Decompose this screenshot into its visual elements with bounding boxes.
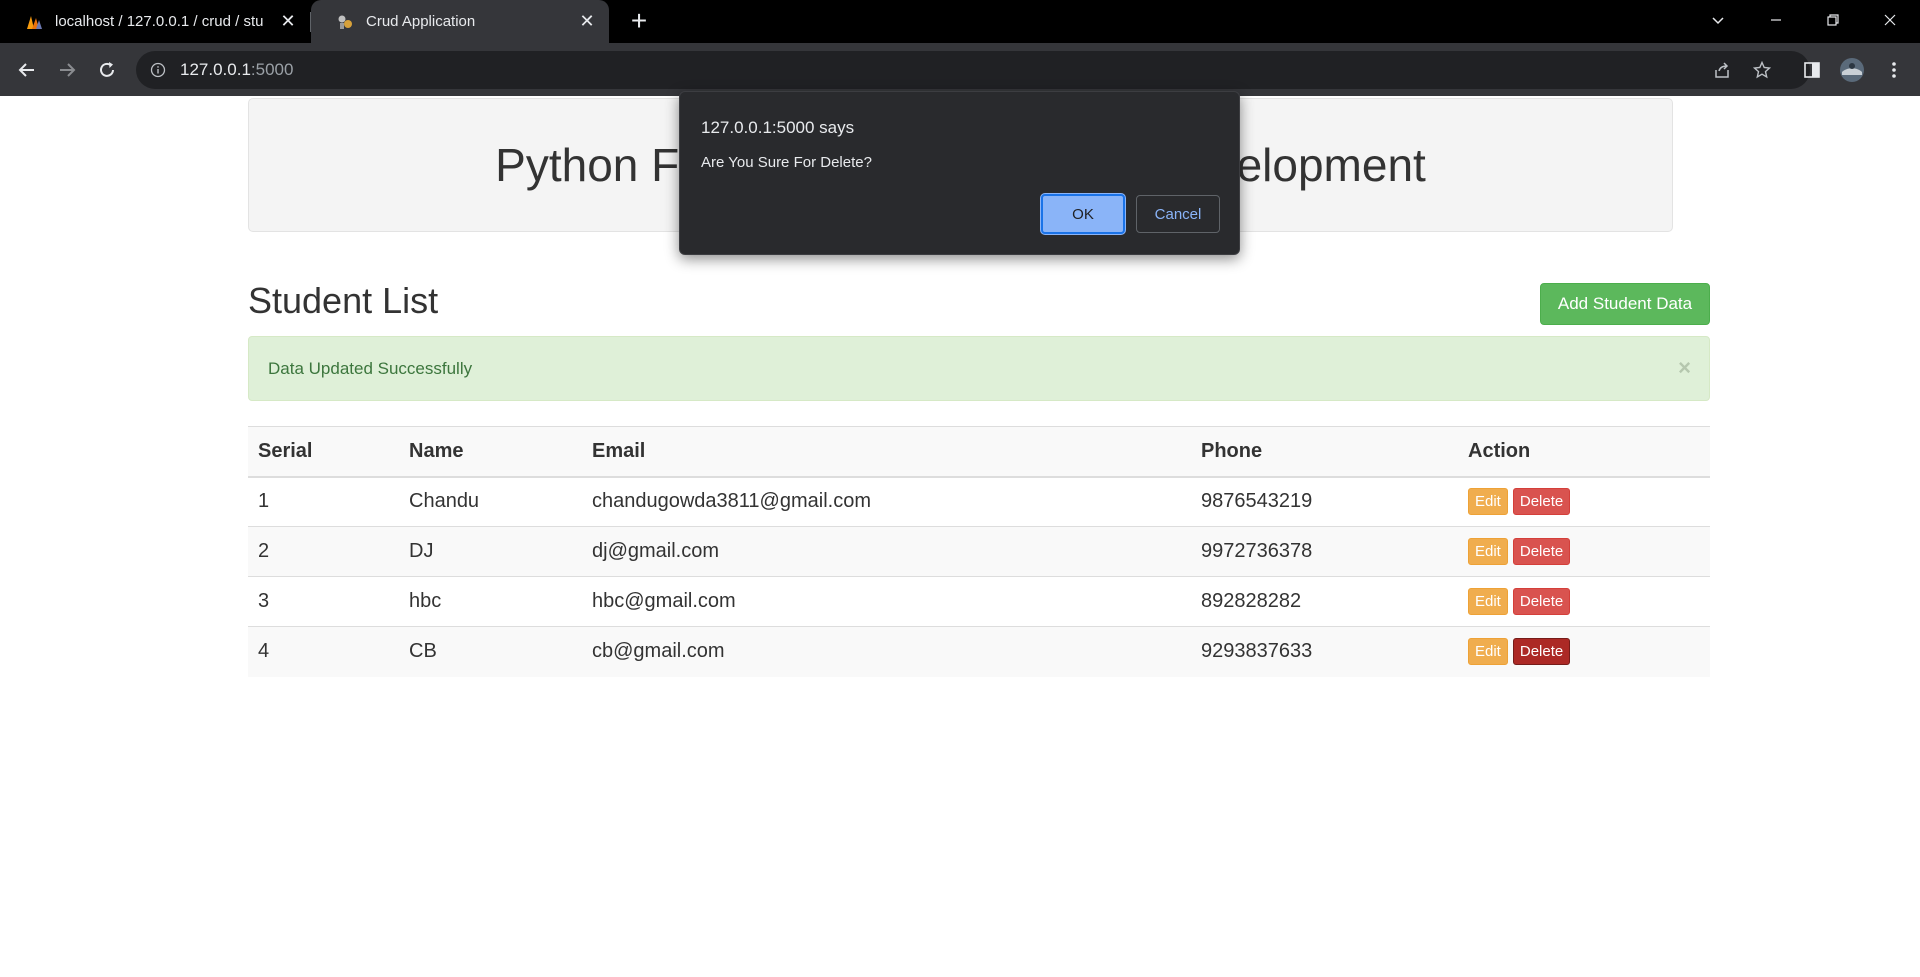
table-row: 1 Chandu chandugowda3811@gmail.com 98765… [248,476,1710,527]
cell-name: CB [399,626,582,677]
tab-close-icon[interactable]: ✕ [280,11,296,32]
cell-name: Chandu [399,476,582,527]
cell-phone: 9972736378 [1191,526,1458,577]
col-name: Name [399,426,582,478]
tab-strip: localhost / 127.0.0.1 / crud / stu ✕ Cru… [0,0,1920,43]
cell-email: cb@gmail.com [582,626,1191,677]
site-info-icon[interactable] [150,62,166,78]
cell-email: chandugowda3811@gmail.com [582,476,1191,527]
col-phone: Phone [1191,426,1458,478]
side-panel-icon[interactable] [1796,51,1828,89]
cell-action: Edit Delete [1458,476,1710,527]
crud-favicon-icon [338,15,352,29]
edit-button[interactable]: Edit [1468,588,1508,615]
tab-title: localhost / 127.0.0.1 / crud / stu [55,13,264,30]
alert-close-icon[interactable]: × [1678,355,1691,381]
cell-name: DJ [399,526,582,577]
edit-button[interactable]: Edit [1468,538,1508,565]
cell-name: hbc [399,576,582,627]
cell-action: Edit Delete [1458,626,1710,677]
tab-close-icon[interactable]: ✕ [579,11,595,32]
add-student-button[interactable]: Add Student Data [1540,283,1710,325]
url-port: :5000 [250,60,294,79]
restore-icon[interactable] [1805,0,1861,40]
alert-message: Data Updated Successfully [268,358,473,378]
url-text: 127.0.0.1:5000 [180,60,293,80]
cell-phone: 892828282 [1191,576,1458,627]
delete-button[interactable]: Delete [1512,588,1571,615]
new-tab-icon[interactable]: + [624,7,654,37]
col-action: Action [1458,426,1710,478]
student-list-heading: Student List [248,280,439,321]
cell-action: Edit Delete [1458,576,1710,627]
student-table: Serial Name Email Phone Action 1 Chandu … [248,426,1710,677]
cell-phone: 9293837633 [1191,626,1458,677]
tab-phpmyadmin[interactable]: localhost / 127.0.0.1 / crud / stu ✕ [0,0,310,43]
dialog-message: Are You Sure For Delete? [701,154,872,171]
url-host: 127.0.0.1 [180,60,251,79]
table-row: 3 hbc hbc@gmail.com 892828282 Edit Delete [248,576,1710,627]
cell-phone: 9876543219 [1191,476,1458,527]
share-icon[interactable] [1706,51,1738,89]
table-header-row: Serial Name Email Phone Action [248,426,1710,478]
delete-button[interactable]: Delete [1512,488,1571,516]
delete-button[interactable]: Delete [1512,638,1571,666]
cell-serial: 4 [248,626,399,677]
delete-button[interactable]: Delete [1512,538,1571,565]
address-bar[interactable]: 127.0.0.1:5000 [136,51,1810,89]
confirm-dialog: 127.0.0.1:5000 says Are You Sure For Del… [679,91,1240,255]
table-row: 2 DJ dj@gmail.com 9972736378 Edit Delete [248,526,1710,577]
forward-icon[interactable] [51,54,83,86]
col-email: Email [582,426,1191,478]
phpmyadmin-favicon-icon [27,15,42,29]
col-serial: Serial [248,426,399,478]
cell-action: Edit Delete [1458,526,1710,577]
reload-icon[interactable] [91,54,123,86]
tab-title: Crud Application [366,13,476,30]
cell-serial: 1 [248,476,399,527]
profile-avatar[interactable] [1836,51,1868,89]
cell-email: dj@gmail.com [582,526,1191,577]
table-row: 4 CB cb@gmail.com 9293837633 Edit Delete [248,626,1710,677]
tab-search-chevron-icon[interactable] [1690,0,1746,40]
edit-button[interactable]: Edit [1468,488,1508,516]
close-window-icon[interactable] [1862,0,1918,40]
browser-toolbar: 127.0.0.1:5000 [0,43,1920,96]
bookmark-star-icon[interactable] [1746,51,1778,89]
edit-button[interactable]: Edit [1468,638,1508,666]
cell-email: hbc@gmail.com [582,576,1191,627]
back-icon[interactable] [11,54,43,86]
menu-kebab-icon[interactable] [1878,51,1910,89]
tab-crud-application[interactable]: Crud Application ✕ [311,0,609,43]
cancel-button[interactable]: Cancel [1136,195,1220,233]
dialog-origin: 127.0.0.1:5000 says [701,118,855,137]
success-alert: Data Updated Successfully × [248,336,1710,401]
ok-button[interactable]: OK [1041,194,1125,234]
cell-serial: 3 [248,576,399,627]
cell-serial: 2 [248,526,399,577]
minimize-icon[interactable] [1748,0,1804,40]
